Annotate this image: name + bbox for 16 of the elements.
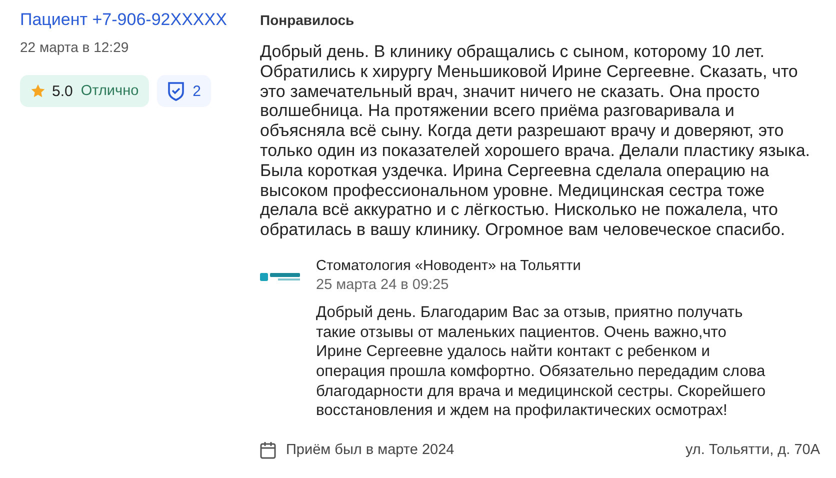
clinic-address: ул. Тольятти, д. 70А xyxy=(685,442,820,458)
calendar-icon xyxy=(260,441,276,460)
review-date: 22 марта в 12:29 xyxy=(20,39,130,55)
rating-score: 5.0 xyxy=(52,82,73,100)
review-text: Добрый день. В клинику обращались с сыном, которому 10 лет. Обратились к хирургу Меньшиковой Ирине Сергеевне. Сказать, что это замечательный врач, значит ничего не сказать. Она просто волшебница. На протяжении всего приёма разговаривала и объясняла всё сыну. Когда дети разрешают врачу и доверяют, это только один из показателей хорошего врача. Делали пластику языка. Была короткая уздечка. Ирина Сергеевна сделала операцию на высоком профессиональном уровне. Медицинская сестра тоже делала всё аккуратно и с лёгкостью. Нисколько не пожалела, что обратилась в вашу клинику. Огромное вам человеческое спасибо. xyxy=(260,42,812,240)
clinic-name: Стоматология «Новодент» на Тольятти xyxy=(316,258,582,274)
reply-text: Добрый день. Благодарим Вас за отзыв, приятно получать такие отзывы от маленьких пациентов. Очень важно,что Ирине Сергеевне удалось найти контакт с ребенком и операция прошла комфортно. Обязательно передадим слова благодарности для врача и медицинской сестры. Скорейшего восстановления и ждем на профилактических осмотрах! xyxy=(316,302,767,422)
reply-date: 25 марта 24 в 09:25 xyxy=(316,276,450,293)
star-icon xyxy=(30,83,46,99)
rating-label: Отлично xyxy=(80,83,139,99)
shield-check-icon xyxy=(166,81,185,101)
clinic-logo-icon xyxy=(260,272,302,282)
visit-date: Приём был в марте 2024 xyxy=(286,442,454,458)
author-name[interactable]: Пациент +7-906-92XXXXX xyxy=(20,10,260,30)
review-heading: Понравилось xyxy=(260,12,356,28)
verification-count: 2 xyxy=(192,82,201,100)
